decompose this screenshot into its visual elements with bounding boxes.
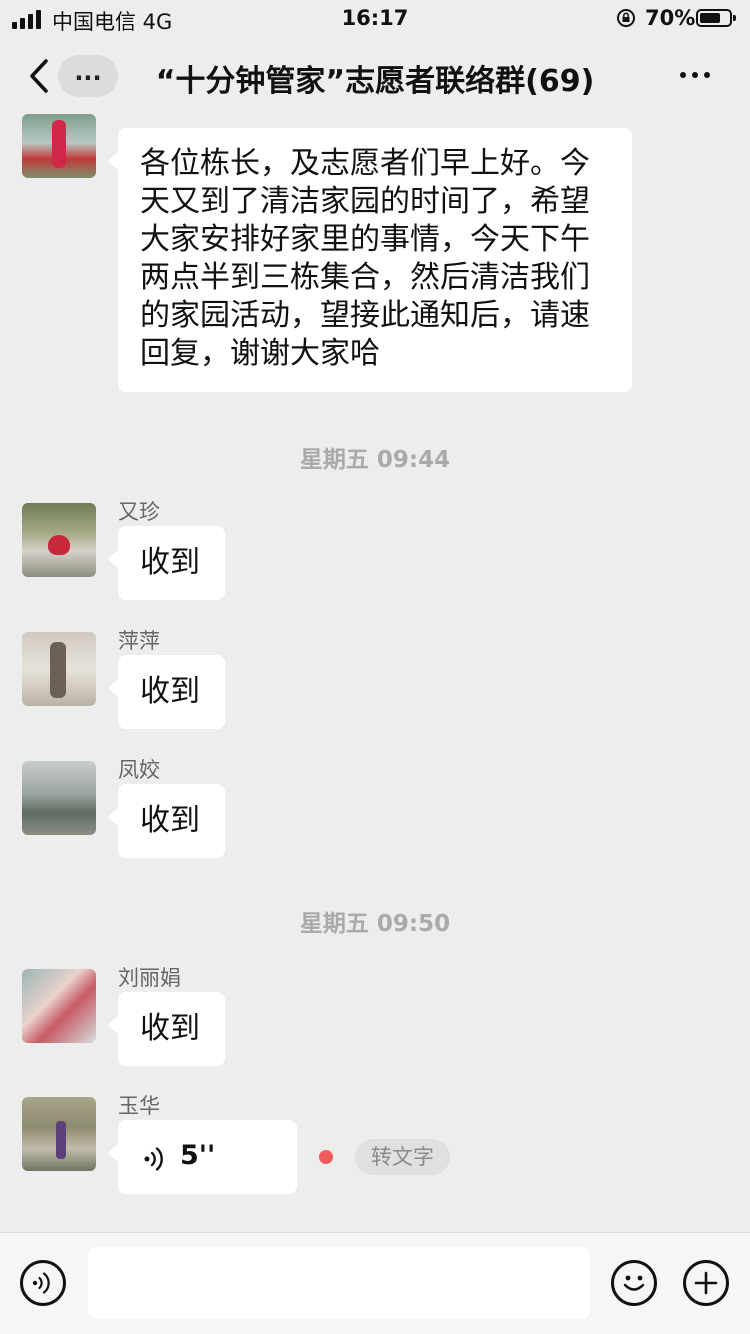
message-bubble[interactable]: 收到	[108, 992, 225, 1066]
message-input[interactable]	[88, 1247, 590, 1319]
page-title: “十分钟管家”志愿者联络群(69)	[155, 64, 595, 99]
nav-bar: ... “十分钟管家”志愿者联络群(69)	[0, 38, 750, 114]
to-text-button[interactable]: 转文字	[355, 1139, 450, 1175]
message-text: 收到	[140, 545, 200, 580]
sender-name: 又珍	[118, 500, 160, 524]
battery-fill	[700, 13, 720, 23]
sender-name: 玉华	[118, 1094, 160, 1118]
emoji-icon[interactable]	[611, 1260, 657, 1306]
sender-name: 萍萍	[118, 629, 160, 653]
timestamp: 星期五 09:44	[299, 447, 451, 473]
message-text: 收到	[140, 1011, 200, 1046]
battery-icon	[696, 9, 736, 27]
unread-dot	[319, 1150, 333, 1164]
avatar[interactable]	[22, 761, 96, 835]
timestamp: 星期五 09:50	[299, 911, 451, 937]
voice-mode-icon[interactable]	[20, 1260, 66, 1306]
rotation-lock-icon	[617, 9, 635, 27]
voice-duration: 5''	[180, 1140, 216, 1171]
message-text: 收到	[140, 674, 200, 709]
sender-name: 刘丽娟	[118, 966, 181, 990]
plus-icon[interactable]	[683, 1260, 729, 1306]
status-bar: 中国电信 4G 16:17 70%	[0, 0, 750, 38]
back-icon[interactable]	[26, 58, 56, 94]
avatar[interactable]	[22, 1097, 96, 1171]
voice-wave-icon	[144, 1147, 163, 1171]
message-text: 各位栋长，及志愿者们早上好。今天又到了清洁家园的时间了，希望大家安排好家里的事情…	[140, 146, 590, 371]
avatar[interactable]	[22, 632, 96, 706]
message-bubble[interactable]: 收到	[108, 526, 225, 600]
message-bubble[interactable]: 各位栋长，及志愿者们早上好。今天又到了清洁家园的时间了，希望大家安排好家里的事情…	[108, 128, 632, 392]
unread-pill-button[interactable]: ...	[58, 55, 118, 97]
battery-percent: 70%	[645, 6, 696, 30]
voice-message-bubble[interactable]: 5''	[108, 1120, 297, 1194]
message-bubble[interactable]: 收到	[108, 655, 225, 729]
avatar[interactable]	[22, 114, 96, 178]
more-dots-icon[interactable]	[680, 72, 710, 78]
avatar[interactable]	[22, 503, 96, 577]
chat-list[interactable]: 各位栋长，及志愿者们早上好。今天又到了清洁家园的时间了，希望大家安排好家里的事情…	[0, 114, 750, 1232]
avatar[interactable]	[22, 969, 96, 1043]
message-text: 收到	[140, 803, 200, 838]
message-bubble[interactable]: 收到	[108, 784, 225, 858]
clock: 16:17	[341, 6, 409, 30]
input-bar	[0, 1232, 750, 1334]
sender-name: 凤姣	[118, 758, 160, 782]
